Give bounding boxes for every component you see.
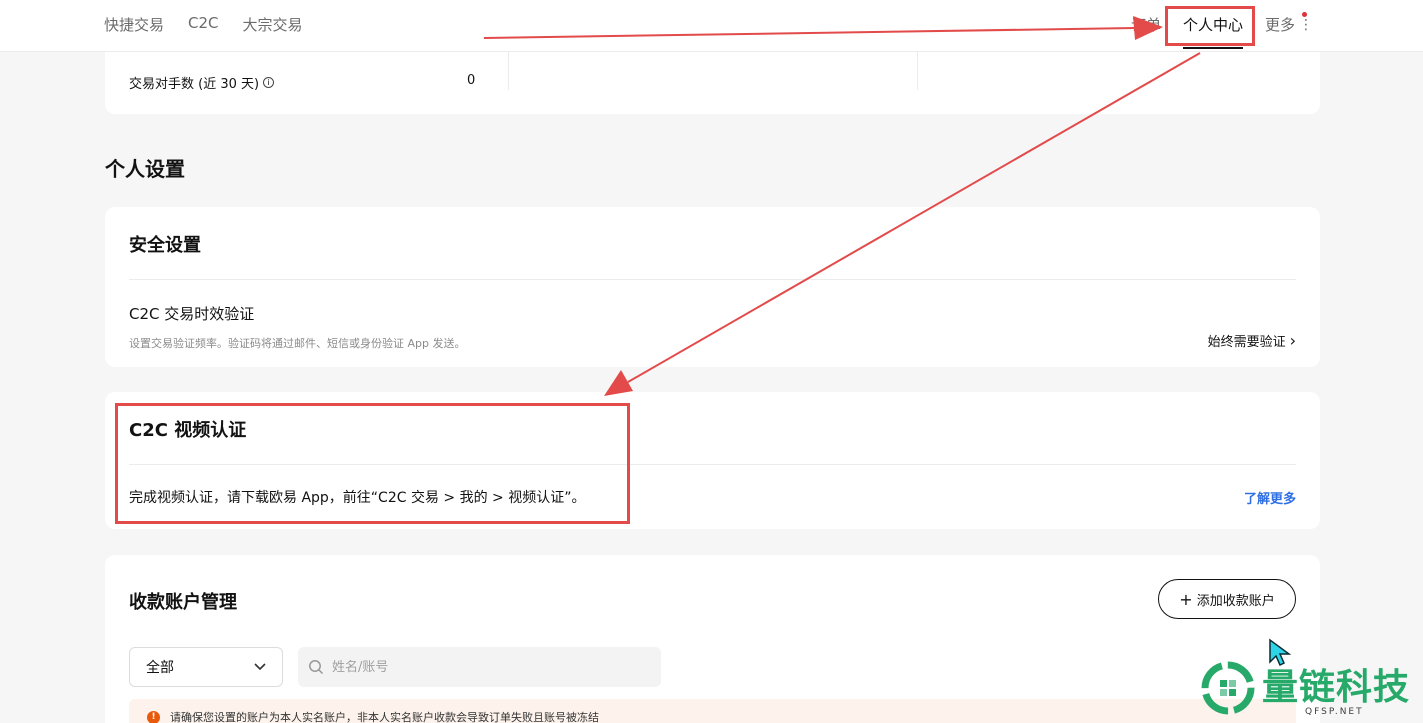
payment-type-filter-select[interactable]: 全部 [129, 647, 283, 687]
card-divider [129, 279, 1296, 280]
stats-divider [917, 52, 918, 90]
search-icon [309, 660, 324, 675]
security-settings-card: 安全设置 C2C 交易时效验证 设置交易验证频率。验证码将通过邮件、短信或身份验… [105, 207, 1320, 367]
security-settings-title: 安全设置 [129, 235, 201, 256]
nav-more-label: 更多 [1264, 16, 1295, 34]
kebab-menu-icon: ⋮ [1299, 16, 1313, 33]
watermark-logo-icon [1201, 661, 1255, 715]
nav-item-c2c[interactable]: C2C [188, 14, 219, 35]
warning-icon: ! [147, 710, 160, 723]
account-search-input[interactable] [332, 659, 632, 675]
learn-more-link[interactable]: 了解更多 [1244, 488, 1296, 507]
counterparties-label-group: 交易对手数 (近 30 天) i [129, 73, 275, 92]
highlight-box-personal-center [1165, 6, 1255, 46]
counterparties-value: 0 [467, 73, 476, 88]
c2c-timeliness-verification-title: C2C 交易时效验证 [129, 305, 255, 323]
add-payment-account-label: 添加收款账户 [1196, 593, 1275, 609]
watermark-text: 量链科技 [1262, 667, 1411, 708]
nav-item-quick-trade[interactable]: 快捷交易 [104, 14, 164, 35]
plus-icon: + [1179, 589, 1193, 609]
stats-divider [508, 52, 509, 90]
highlight-box-video-verification [115, 403, 630, 524]
nav-left-group: 快捷交易 C2C 大宗交易 [104, 14, 303, 35]
verification-frequency-select[interactable]: 始终需要验证 › [1208, 331, 1296, 350]
chevron-right-icon: › [1289, 331, 1296, 350]
account-search-box [298, 647, 661, 687]
trade-stats-card: 交易对手数 (近 30 天) i 0 [105, 52, 1320, 114]
nav-item-block-trade[interactable]: 大宗交易 [243, 14, 303, 35]
add-payment-account-button[interactable]: + 添加收款账户 [1158, 579, 1296, 619]
verification-frequency-value: 始终需要验证 [1207, 335, 1286, 350]
watermark-subtext: QFSP.NET [1305, 707, 1364, 717]
payment-accounts-card: 收款账户管理 + 添加收款账户 全部 ! 请确保您设置的账户为本人实名账户，非本… [105, 555, 1320, 723]
info-icon[interactable]: i [263, 77, 275, 88]
payment-type-filter-value: 全部 [146, 660, 174, 676]
nav-item-more[interactable]: 更多 ⋮ [1264, 12, 1313, 35]
page-section-title: 个人设置 [105, 157, 185, 181]
real-name-warning-banner: ! 请确保您设置的账户为本人实名账户，非本人实名账户收款会导致订单失败且账号被冻… [129, 699, 1296, 723]
chevron-down-icon [254, 663, 266, 671]
notification-dot-icon [1302, 12, 1307, 17]
real-name-warning-text: 请确保您设置的账户为本人实名账户，非本人实名账户收款会导致订单失败且账号被冻结 [170, 711, 599, 723]
payment-accounts-title: 收款账户管理 [129, 592, 237, 613]
c2c-timeliness-verification-desc: 设置交易验证频率。验证码将通过邮件、短信或身份验证 App 发送。 [129, 337, 466, 350]
watermark: 量链科技 QFSP.NET [1200, 660, 1411, 717]
counterparties-label: 交易对手数 (近 30 天) [129, 77, 260, 92]
nav-item-orders[interactable]: 订单 [1131, 14, 1161, 35]
